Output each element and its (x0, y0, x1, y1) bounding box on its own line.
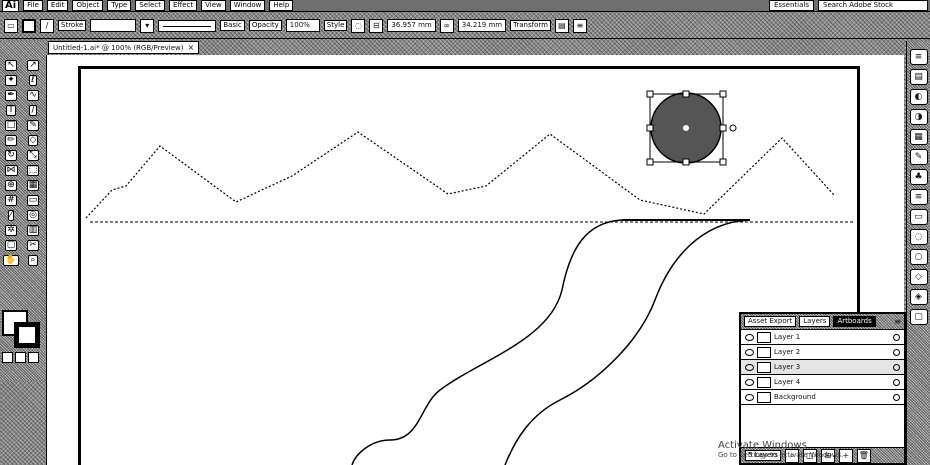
layer-row[interactable]: Layer 4 (741, 375, 904, 390)
watermark-title: Activate Windows (718, 440, 807, 451)
swatches-icon[interactable]: ▦ (909, 129, 928, 145)
watermark-subtitle: Go to Settings to activate Windows. (718, 451, 844, 459)
layers-icon[interactable]: ◈ (909, 289, 928, 305)
transparency-icon[interactable]: ◌ (909, 229, 928, 245)
color-guide-icon[interactable]: ◑ (909, 109, 928, 125)
layer-name[interactable]: Background (774, 393, 890, 401)
delete-icon[interactable]: 🗑 (856, 448, 871, 463)
handle-middle-right (719, 124, 727, 132)
color-icon[interactable]: ◐ (909, 89, 928, 105)
gradient-icon[interactable]: ▭ (909, 209, 928, 225)
layer-thumbnail (757, 391, 771, 403)
artboards-icon[interactable]: ▢ (909, 309, 928, 325)
handle-bottom-left (646, 158, 654, 166)
layer-thumbnail (757, 331, 771, 343)
layer-thumbnail (757, 346, 771, 358)
handle-bottom-center (682, 158, 690, 166)
handle-top-center (682, 90, 690, 98)
symbols-icon[interactable]: ♣ (909, 169, 928, 185)
handle-top-right (719, 90, 727, 98)
layer-name[interactable]: Layer 2 (774, 348, 890, 356)
properties-icon[interactable]: ≡ (909, 49, 928, 65)
handle-bottom-right (719, 158, 727, 166)
visibility-eye-icon[interactable] (745, 378, 754, 386)
tab-asset-export[interactable]: Asset Export (744, 316, 797, 327)
layers-panel-tabs: Asset Export Layers Artboards ≡ (741, 314, 904, 330)
layer-thumbnail (757, 376, 771, 388)
sun-object (646, 90, 737, 166)
layer-row[interactable]: Layer 2 (741, 345, 904, 360)
handle-middle-left (646, 124, 654, 132)
stroke-icon[interactable]: ≡ (909, 189, 928, 205)
river-right-bank (504, 219, 751, 465)
target-circle-icon[interactable] (893, 378, 900, 386)
handle-top-left (646, 90, 654, 98)
layer-row-selected[interactable]: Layer 3 (741, 360, 904, 375)
graphic-styles-icon[interactable]: ◇ (909, 269, 928, 285)
layer-row[interactable]: Layer 1 (741, 330, 904, 345)
appearance-icon[interactable]: ○ (909, 249, 928, 265)
panel-menu-icon[interactable]: ≡ (894, 317, 901, 326)
target-circle-icon[interactable] (893, 393, 900, 401)
tab-layers[interactable]: Layers (799, 316, 831, 327)
layer-name[interactable]: Layer 1 (774, 333, 890, 341)
target-circle-icon[interactable] (893, 363, 900, 371)
layer-thumbnail (757, 361, 771, 373)
tab-artboards[interactable]: Artboards (833, 316, 876, 327)
sun-center-point (683, 125, 689, 131)
visibility-eye-icon[interactable] (745, 363, 754, 371)
windows-activation-watermark: Activate Windows Go to Settings to activ… (718, 440, 843, 459)
layer-row[interactable]: Background (741, 390, 904, 405)
target-circle-icon[interactable] (893, 348, 900, 356)
river-left-bank (351, 219, 623, 465)
brushes-icon[interactable]: ✎ (909, 149, 928, 165)
layer-name[interactable]: Layer 3 (774, 363, 890, 371)
panel-dock: ≡ ▤ ◐ ◑ ▦ ✎ ♣ ≡ ▭ ◌ ○ ◇ ◈ ▢ (906, 41, 930, 465)
libraries-icon[interactable]: ▤ (909, 69, 928, 85)
visibility-eye-icon[interactable] (745, 348, 754, 356)
visibility-eye-icon[interactable] (745, 333, 754, 341)
visibility-eye-icon[interactable] (745, 393, 754, 401)
target-circle-icon[interactable] (893, 333, 900, 341)
layer-name[interactable]: Layer 4 (774, 378, 890, 386)
live-corner-widget (729, 124, 737, 132)
